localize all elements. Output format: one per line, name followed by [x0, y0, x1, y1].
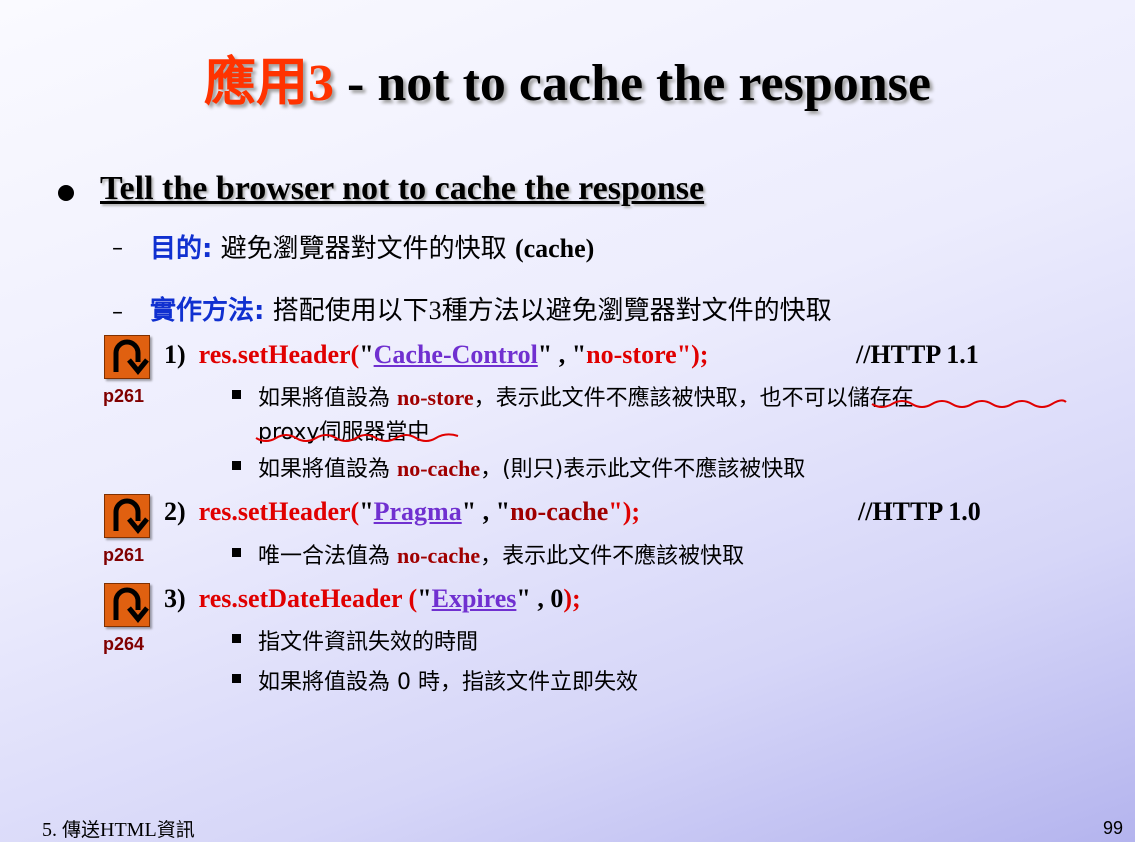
square-bullet-icon [232, 390, 241, 399]
method-1-note-2: 如果將值設為 no-cache，(則只)表示此文件不應該被快取 [258, 456, 806, 482]
method-1-code: 1) res.setHeader("Cache-Control" , "no-s… [164, 340, 709, 369]
method-3-note-2: 如果將值設為 0 時，指該文件立即失效 [258, 670, 638, 695]
annotation-underline [255, 433, 459, 442]
filled-circle-icon [58, 185, 74, 201]
annotation-underline [871, 399, 1067, 408]
square-bullet-icon [232, 548, 241, 557]
footer-chapter: 5. 傳送HTML資訊 [42, 819, 195, 841]
square-bullet-icon [232, 674, 241, 683]
method-1-note-1: 如果將值設為 no-store，表示此文件不應該被快取，也不可以儲存在 [258, 385, 914, 411]
slide-title: 應用3 - not to cache the response [204, 53, 931, 113]
method-3-code: 3) res.setDateHeader ("Expires" , 0); [164, 584, 581, 613]
method-2-comment: //HTTP 1.0 [858, 497, 981, 526]
dash-bullet: – [112, 300, 123, 325]
u-turn-arrow-icon[interactable] [104, 583, 150, 627]
dash-bullet: – [112, 236, 123, 261]
method-2-note-1: 唯一合法值為 no-cache，表示此文件不應該被快取 [258, 543, 745, 569]
method-2-code: 2) res.setHeader("Pragma" , "no-cache"); [164, 497, 641, 526]
purpose-line: 目的: 避免瀏覽器對文件的快取 (cache) [150, 234, 595, 264]
square-bullet-icon [232, 634, 241, 643]
square-bullet-icon [232, 461, 241, 470]
page-number: 99 [1102, 818, 1123, 838]
method-1-comment: //HTTP 1.1 [856, 340, 979, 369]
page-ref-label: p264 [103, 634, 145, 654]
method-3-note-1: 指文件資訊失效的時間 [258, 630, 479, 655]
main-bullet-heading: Tell the browser not to cache the respon… [100, 170, 705, 207]
page-ref-label: p261 [103, 545, 145, 565]
u-turn-arrow-icon[interactable] [104, 494, 150, 538]
impl-line: 實作方法: 搭配使用以下3種方法以避免瀏覽器對文件的快取 [150, 296, 832, 326]
page-ref-label: p261 [103, 386, 145, 406]
u-turn-arrow-icon[interactable] [104, 335, 150, 379]
